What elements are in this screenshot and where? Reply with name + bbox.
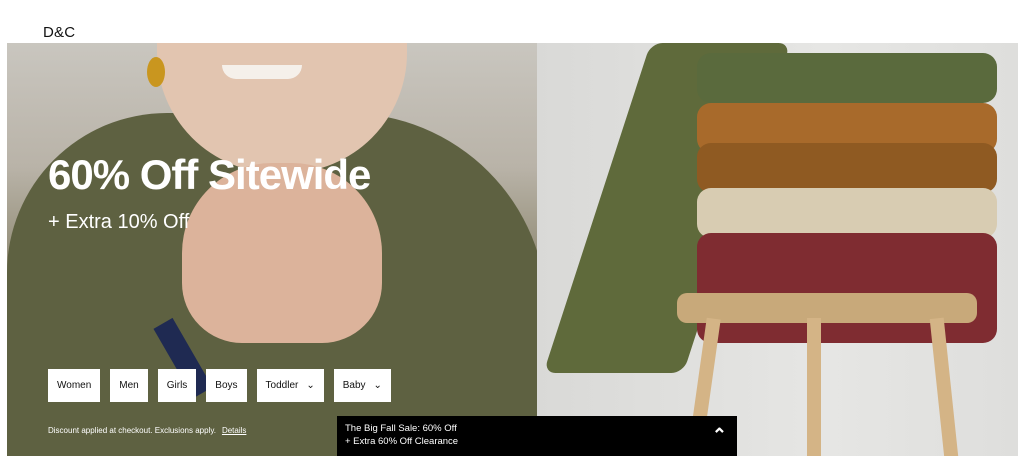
smile bbox=[222, 65, 302, 79]
hero-photo-folded-pants bbox=[537, 43, 1018, 456]
category-baby-dropdown[interactable]: Baby ⌄ bbox=[333, 369, 391, 402]
folded-olive-pants bbox=[697, 53, 997, 103]
sale-bar-line1: The Big Fall Sale: 60% Off bbox=[345, 423, 457, 434]
category-label: Baby bbox=[342, 380, 366, 391]
category-buttons: Women Men Girls Boys Toddler ⌄ Baby ⌄ bbox=[48, 369, 391, 402]
chevron-up-icon[interactable]: ⌃ bbox=[712, 425, 727, 446]
hero-subline: + Extra 10% Off bbox=[48, 211, 190, 233]
chevron-down-icon: ⌄ bbox=[373, 380, 382, 391]
category-girls-button[interactable]: Girls bbox=[157, 369, 197, 402]
category-men-button[interactable]: Men bbox=[110, 369, 148, 402]
sale-promo-bar[interactable]: The Big Fall Sale: 60% Off + Extra 60% O… bbox=[337, 416, 737, 456]
brand-logo[interactable]: D&C bbox=[43, 24, 75, 41]
category-label: Women bbox=[57, 380, 92, 391]
folded-burgundy-pants bbox=[697, 233, 997, 343]
folded-brown-pants bbox=[697, 143, 997, 193]
details-link[interactable]: Details bbox=[222, 426, 246, 435]
category-label: Toddler bbox=[265, 380, 299, 391]
category-toddler-dropdown[interactable]: Toddler ⌄ bbox=[256, 369, 324, 402]
discount-disclaimer: Discount applied at checkout. Exclusions… bbox=[48, 426, 246, 435]
category-boys-button[interactable]: Boys bbox=[206, 369, 247, 402]
hero-banner: 60% Off Sitewide + Extra 10% Off Women M… bbox=[7, 43, 1018, 456]
folded-khaki-pants bbox=[697, 188, 997, 238]
sale-bar-line2: + Extra 60% Off Clearance bbox=[345, 436, 459, 447]
category-label: Men bbox=[119, 380, 139, 391]
category-women-button[interactable]: Women bbox=[48, 369, 101, 402]
chevron-down-icon: ⌄ bbox=[306, 380, 315, 391]
stool-leg bbox=[807, 318, 821, 456]
disclaimer-text: Discount applied at checkout. Exclusions… bbox=[48, 426, 216, 435]
category-label: Boys bbox=[215, 380, 238, 391]
earring bbox=[147, 57, 165, 87]
hero-headline: 60% Off Sitewide bbox=[48, 151, 371, 198]
category-label: Girls bbox=[166, 380, 188, 391]
